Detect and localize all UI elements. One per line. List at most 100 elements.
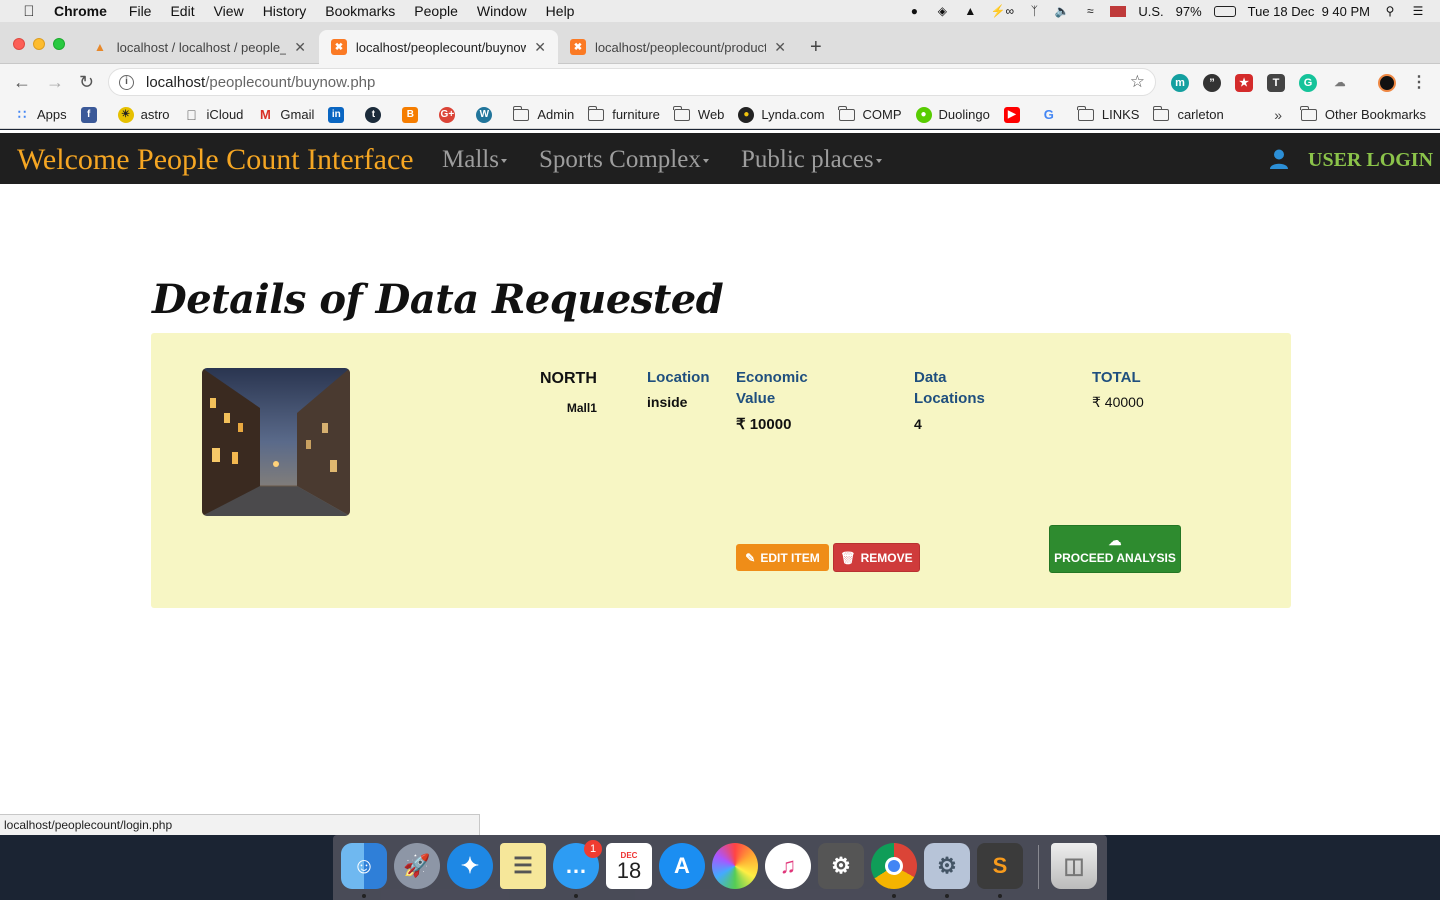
- menu-window[interactable]: Window: [477, 3, 527, 19]
- window-maximize-button[interactable]: [53, 38, 65, 50]
- app-store-icon[interactable]: A: [659, 843, 705, 889]
- xampp-icon: ✖: [331, 39, 347, 55]
- menu-help[interactable]: Help: [546, 3, 575, 19]
- bookmark-folder-web[interactable]: Web: [673, 105, 724, 122]
- bookmark-tumblr[interactable]: t: [365, 106, 388, 123]
- us-flag-icon[interactable]: [1110, 5, 1127, 17]
- menubar-clock[interactable]: Tue 18 Dec 9 40 PM: [1248, 4, 1370, 19]
- layers-icon[interactable]: ◈: [934, 4, 950, 18]
- bookmark-googleplus[interactable]: G+: [439, 106, 462, 123]
- volume-icon[interactable]: 🔈: [1054, 4, 1070, 18]
- bookmark-lynda[interactable]: ● Lynda.com: [738, 106, 825, 123]
- menu-file[interactable]: File: [129, 3, 152, 19]
- data-locations-value: 4: [914, 416, 922, 432]
- bookmark-duolingo[interactable]: ● Duolingo: [915, 106, 990, 123]
- extension-m-icon[interactable]: m: [1171, 74, 1189, 92]
- menu-edit[interactable]: Edit: [170, 3, 194, 19]
- bookmark-folder-admin[interactable]: Admin: [512, 105, 575, 122]
- sublime-text-icon[interactable]: S: [977, 843, 1023, 889]
- chrome-icon[interactable]: [871, 843, 917, 889]
- utility-gear-icon[interactable]: ⚙: [924, 843, 970, 889]
- more-bookmarks-chevron-icon[interactable]: »: [1274, 107, 1282, 123]
- grammarly-icon[interactable]: G: [1299, 74, 1317, 92]
- extension-pin-icon[interactable]: ★: [1235, 74, 1253, 92]
- bookmark-folder-furniture[interactable]: furniture: [587, 105, 660, 122]
- close-tab-icon[interactable]: ✕: [294, 39, 306, 56]
- extension-t-icon[interactable]: T: [1267, 74, 1285, 92]
- bookmark-icloud[interactable]:  iCloud: [184, 107, 243, 123]
- close-tab-icon[interactable]: ✕: [534, 39, 546, 56]
- safari-compass-icon[interactable]: ✦: [447, 843, 493, 889]
- notes-icon[interactable]: ☰: [500, 843, 546, 889]
- close-tab-icon[interactable]: ✕: [774, 39, 786, 56]
- menu-bookmarks[interactable]: Bookmarks: [325, 3, 395, 19]
- wifi-icon[interactable]: ≈: [1082, 4, 1098, 18]
- bookmark-wordpress[interactable]: W: [476, 106, 499, 123]
- back-arrow-icon[interactable]: ←: [13, 72, 31, 93]
- proceed-analysis-button[interactable]: ☁ PROCEED ANALYSIS: [1049, 525, 1181, 573]
- address-bar[interactable]: i localhost/peoplecount/buynow.php ☆: [108, 68, 1156, 96]
- new-tab-icon[interactable]: +: [810, 36, 822, 59]
- input-source-label[interactable]: U.S.: [1138, 4, 1163, 19]
- bookmark-google[interactable]: G: [1041, 107, 1064, 123]
- bookmark-gmail[interactable]: M Gmail: [257, 107, 314, 123]
- finder-icon[interactable]: ☺: [341, 843, 387, 889]
- notification-center-icon[interactable]: ☰: [1410, 4, 1426, 18]
- bookmark-facebook[interactable]: f: [80, 106, 104, 123]
- photos-icon[interactable]: [712, 843, 758, 889]
- bookmark-apps[interactable]: ∷ Apps: [14, 107, 67, 123]
- bookmark-astro[interactable]: ☀ astro: [117, 106, 170, 123]
- display-icon[interactable]: ▲: [962, 4, 978, 18]
- bookmark-linkedin[interactable]: in: [328, 106, 351, 123]
- power-infinity-icon[interactable]: ⚡∞: [990, 4, 1015, 18]
- nav-sports-complex-dropdown[interactable]: Sports Complex: [539, 146, 709, 174]
- menu-people[interactable]: People: [414, 3, 458, 19]
- user-login-link[interactable]: USER LOGIN: [1308, 149, 1433, 172]
- forward-arrow-icon[interactable]: →: [46, 72, 64, 93]
- calendar-icon[interactable]: DEC 18: [606, 843, 652, 889]
- bookmark-blogger[interactable]: B: [402, 106, 425, 123]
- macos-menu-bar:  Chrome File Edit View History Bookmark…: [0, 0, 1440, 22]
- nav-malls-dropdown[interactable]: Malls: [442, 146, 507, 174]
- site-info-icon[interactable]: i: [119, 74, 134, 90]
- bookmark-star-icon[interactable]: ☆: [1130, 72, 1145, 92]
- trash-icon[interactable]: ◫: [1051, 843, 1097, 889]
- menu-history[interactable]: History: [263, 3, 307, 19]
- google-plus-icon: G+: [439, 106, 456, 123]
- bluetooth-icon[interactable]: ᛉ: [1026, 4, 1042, 18]
- profile-avatar[interactable]: [1378, 74, 1396, 92]
- tab-phpmyadmin[interactable]: ▲ localhost / localhost / people_c ✕: [80, 30, 318, 64]
- reload-icon[interactable]: ↻: [79, 72, 94, 93]
- site-brand-link[interactable]: Welcome People Count Interface: [17, 143, 414, 177]
- facebook-icon: f: [80, 106, 97, 123]
- chrome-menu-icon[interactable]: ⋮: [1410, 74, 1428, 92]
- edit-item-button[interactable]: ✎ EDIT ITEM: [736, 544, 829, 571]
- nav-public-places-dropdown[interactable]: Public places: [741, 146, 882, 174]
- other-bookmarks-folder[interactable]: Other Bookmarks: [1300, 105, 1426, 122]
- remove-item-button[interactable]: 🗑 REMOVE: [833, 543, 920, 572]
- spotlight-search-icon[interactable]: ⚲: [1382, 4, 1398, 18]
- system-preferences-gear-icon[interactable]: ⚙: [818, 843, 864, 889]
- launchpad-rocket-icon[interactable]: 🚀: [394, 843, 440, 889]
- battery-icon[interactable]: [1213, 5, 1236, 17]
- battery-percent[interactable]: 97%: [1176, 4, 1202, 19]
- apple-menu-icon[interactable]: : [20, 3, 38, 20]
- wordpress-icon: W: [476, 106, 493, 123]
- extension-quote-icon[interactable]: ”: [1203, 74, 1221, 92]
- bookmark-folder-links[interactable]: LINKS: [1077, 105, 1139, 122]
- bookmark-folder-carleton[interactable]: carleton: [1152, 105, 1224, 122]
- tab-buynow[interactable]: ✖ localhost/peoplecount/buynow. ✕: [319, 30, 558, 64]
- bookmark-folder-comp[interactable]: COMP: [838, 105, 902, 122]
- itunes-icon[interactable]: ♫: [765, 843, 811, 889]
- window-minimize-button[interactable]: [33, 38, 45, 50]
- extension-cloud-icon[interactable]: ☁: [1331, 74, 1349, 92]
- user-icon[interactable]: [1268, 148, 1290, 170]
- messages-icon[interactable]: … 1: [553, 840, 602, 889]
- sync-icon[interactable]: ●: [906, 4, 922, 18]
- menu-view[interactable]: View: [214, 3, 244, 19]
- menu-app-name[interactable]: Chrome: [54, 3, 107, 19]
- bookmark-youtube[interactable]: ▶: [1003, 106, 1027, 123]
- window-close-button[interactable]: [13, 38, 25, 50]
- tab-product[interactable]: ✖ localhost/peoplecount/product ✕: [558, 30, 798, 64]
- bookmark-label: Admin: [537, 107, 575, 122]
